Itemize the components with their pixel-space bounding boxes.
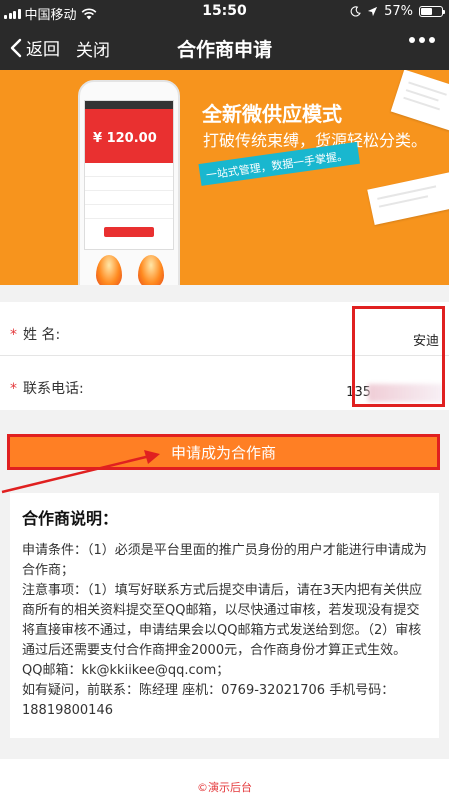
document-illustration <box>390 70 449 131</box>
phone-amount: ¥ 120.00 <box>85 109 173 163</box>
battery-icon <box>419 6 445 17</box>
qq-email-text: QQ邮箱：kk@kkiikee@qq.com； <box>22 663 230 678</box>
phone-label: * 联系电话: <box>10 381 84 397</box>
apply-partner-button[interactable]: 申请成为合作商 <box>10 437 437 467</box>
back-button[interactable]: 返回 <box>10 35 60 60</box>
promo-banner: ¥ 120.00 全新微供应模式 打破传统束缚，货源轻松分类。 一站式管理，数据… <box>0 70 449 285</box>
phone-redaction <box>368 384 443 402</box>
page-title: 合作商申请 <box>176 39 272 61</box>
footer-copyright: ©演示后台 <box>0 759 449 799</box>
battery-fill <box>421 8 433 15</box>
contact-text: 如有疑问，前联系：陈经理 座机：0769-32021706 手机号码：18819… <box>22 683 395 718</box>
chevron-left-icon <box>10 38 22 57</box>
document-illustration <box>367 171 449 225</box>
name-field[interactable]: 安迪 <box>413 330 439 349</box>
application-form: * 姓 名: 安迪 * 联系电话: 135 <box>0 302 449 410</box>
more-menu-icon[interactable] <box>409 37 435 43</box>
partner-info-card: 合作商说明： 申请条件：（1）必须是平台里面的推广员身份的用户才能进行申请成为合… <box>10 493 439 738</box>
battery-percent: 57% <box>384 4 413 19</box>
banner-headline: 全新微供应模式 <box>202 102 342 126</box>
location-icon <box>368 6 378 17</box>
back-label: 返回 <box>26 40 60 60</box>
notes-text: 注意事项：（1）填写好联系方式后提交申请后，请在3天内把有关供应商所有的相关资料… <box>22 583 423 658</box>
name-label: * 姓 名: <box>10 327 61 343</box>
phone-screen: ¥ 120.00 <box>84 100 174 250</box>
name-row[interactable]: * 姓 名: 安迪 <box>0 302 449 356</box>
status-bar: 中国移动 15:50 57% <box>0 0 449 24</box>
close-button[interactable]: 关闭 <box>76 36 110 61</box>
conditions-text: 申请条件：（1）必须是平台里面的推广员身份的用户才能进行申请成为合作商； <box>22 543 427 578</box>
moon-icon <box>350 6 361 17</box>
phone-illustration: ¥ 120.00 <box>78 80 180 285</box>
submit-highlight: 申请成为合作商 <box>7 434 440 470</box>
nav-bar: 返回 关闭 合作商申请 <box>0 24 449 70</box>
phone-row[interactable]: * 联系电话: 135 <box>0 356 449 410</box>
status-right: 57% <box>350 4 445 19</box>
card-body: 申请条件：（1）必须是平台里面的推广员身份的用户才能进行申请成为合作商； 注意事… <box>22 541 427 721</box>
card-title: 合作商说明： <box>22 509 119 528</box>
